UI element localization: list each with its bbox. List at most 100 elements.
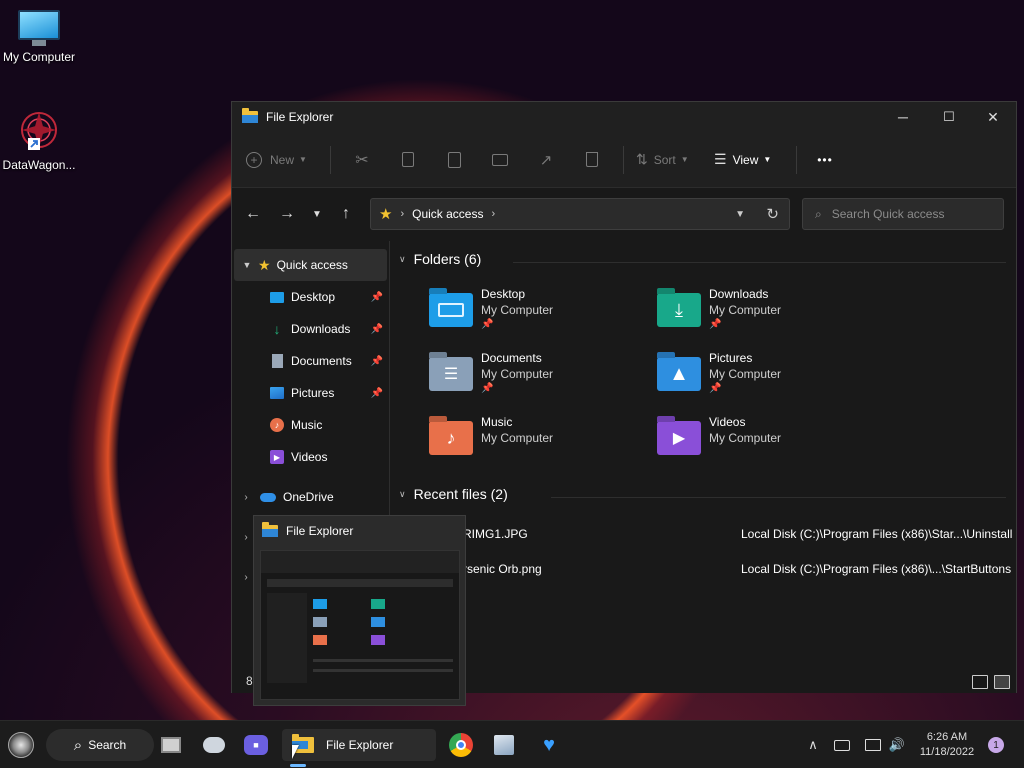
keyboard-button[interactable] [830, 729, 854, 761]
pin-icon: 📌 [370, 323, 383, 335]
folder-location: My Computer [709, 303, 782, 317]
folder-location: My Computer [481, 303, 554, 317]
folder-location: My Computer [709, 367, 782, 381]
document-icon [272, 354, 283, 368]
folder-tile-downloads[interactable]: ⤓ Downloads My Computer 📌 [657, 287, 877, 347]
show-hidden-icons-button[interactable]: ∧ [800, 729, 826, 761]
task-view-icon [161, 737, 181, 753]
address-dropdown-button[interactable]: ▼ [735, 209, 745, 220]
search-icon: ⌕ [73, 736, 83, 754]
desktop-icon-datawagon[interactable]: DataWagon... [0, 108, 78, 172]
chevron-up-icon: ∧ [808, 737, 818, 752]
health-app-button[interactable]: ♥ [534, 729, 564, 761]
task-view-button[interactable] [156, 729, 186, 761]
tiles-view-button[interactable] [994, 675, 1010, 689]
folder-tile-documents[interactable]: ☰ Documents My Computer 📌 [429, 351, 649, 411]
chevron-down-icon: ▼ [763, 155, 772, 164]
widgets-button[interactable] [200, 729, 228, 761]
pin-icon: 📌 [709, 383, 722, 394]
folder-tile-desktop[interactable]: Desktop My Computer 📌 [429, 287, 649, 347]
close-button[interactable]: ✕ [970, 102, 1016, 132]
more-options-button[interactable]: ••• [805, 144, 845, 176]
details-view-button[interactable] [972, 675, 988, 689]
folder-tile-music[interactable]: ♪ Music My Computer [429, 415, 649, 475]
chat-button[interactable]: ■ [242, 729, 270, 761]
download-icon: ⤓ [675, 299, 683, 320]
volume-button[interactable]: 🔊 [886, 729, 908, 761]
mouse-cursor-icon [292, 745, 299, 759]
section-divider [551, 497, 1006, 498]
video-chat-icon: ■ [244, 735, 268, 755]
cut-button[interactable]: ✂ [339, 144, 385, 176]
recent-file-row[interactable]: RIMG1.JPG Local Disk (C:)\Program Files … [391, 519, 1016, 549]
delete-button[interactable] [569, 144, 615, 176]
search-box[interactable]: ⌕ [802, 198, 1004, 230]
copy-icon [402, 152, 414, 167]
network-button[interactable] [862, 729, 884, 761]
rename-button[interactable] [477, 144, 523, 176]
start-orb-icon [8, 732, 34, 758]
new-button[interactable]: + New ▼ [246, 144, 322, 176]
chevron-right-icon: › [244, 491, 248, 503]
chevron-down-icon: ∨ [399, 253, 406, 264]
nav-item-quick-access[interactable]: ▼ ★ Quick access [234, 249, 387, 281]
recent-file-row[interactable]: rsenic Orb.png Local Disk (C:)\Program F… [391, 554, 1016, 584]
share-button[interactable]: ↗ [523, 144, 569, 176]
nav-item-downloads[interactable]: ↓ Downloads 📌 [232, 313, 389, 345]
back-button[interactable]: ← [236, 205, 270, 223]
start-button[interactable] [4, 729, 38, 761]
recent-section-header[interactable]: ∨ Recent files (2) [399, 486, 508, 502]
folder-tile-pictures[interactable]: ▲ Pictures My Computer 📌 [657, 351, 877, 411]
chrome-button[interactable] [446, 729, 476, 761]
file-path: Local Disk (C:)\Program Files (x86)\...\… [741, 562, 1012, 576]
cloud-icon [260, 492, 276, 502]
nav-item-videos[interactable]: ▶ Videos [232, 441, 389, 473]
nav-label: Documents [291, 354, 352, 368]
search-input[interactable] [831, 207, 982, 221]
nav-item-music[interactable]: ♪ Music [232, 409, 389, 441]
nav-label: Pictures [291, 386, 335, 400]
share-icon: ↗ [539, 151, 553, 169]
taskbar-file-explorer[interactable]: File Explorer [282, 729, 436, 767]
maximize-button[interactable]: ☐ [926, 102, 972, 132]
nav-label: Music [291, 418, 323, 432]
refresh-button[interactable]: ↻ [766, 205, 779, 223]
address-bar[interactable]: ★ › Quick access › ▼ ↻ [370, 198, 790, 230]
paste-button[interactable] [431, 144, 477, 176]
search-label: Search [88, 738, 127, 752]
desktop-icon-my-computer[interactable]: My Computer [0, 10, 78, 64]
search-icon: ⌕ [815, 206, 822, 221]
minimize-button[interactable]: ─ [880, 102, 926, 132]
taskbar-app-label: File Explorer [326, 738, 394, 752]
recent-locations-button[interactable]: ▼ [304, 209, 330, 220]
breadcrumb-quick-access[interactable]: Quick access [412, 207, 483, 221]
file-path: Local Disk (C:)\Program Files (x86)\Star… [741, 527, 1013, 541]
up-button[interactable]: ↑ [330, 205, 362, 223]
speaker-icon: 🔊 [888, 737, 906, 752]
folder-tile-videos[interactable]: ▶ Videos My Computer [657, 415, 877, 475]
clock-button[interactable]: 6:26 AM 11/18/2022 [914, 729, 980, 761]
forward-button[interactable]: → [270, 205, 304, 223]
pin-icon: 📌 [370, 291, 383, 303]
pin-icon: 📌 [481, 319, 494, 330]
nav-item-documents[interactable]: Documents 📌 [232, 345, 389, 377]
clock-date: 11/18/2022 [919, 746, 975, 758]
nav-item-pictures[interactable]: Pictures 📌 [232, 377, 389, 409]
copy-button[interactable] [385, 144, 431, 176]
app-button[interactable] [490, 729, 518, 761]
active-indicator [290, 764, 306, 767]
toolbar-divider [330, 145, 331, 174]
pin-icon: 📌 [370, 355, 383, 367]
new-label: New [270, 152, 295, 167]
title-bar[interactable]: File Explorer ─ ☐ ✕ [232, 102, 1016, 132]
command-bar: + New ▼ ✂ ↗ ⇅ Sort ▼ ☰ View ▼ ••• [232, 132, 1016, 188]
nav-item-onedrive[interactable]: › OneDrive [232, 481, 389, 513]
nav-item-desktop[interactable]: Desktop 📌 [232, 281, 389, 313]
view-button[interactable]: ☰ View ▼ [708, 144, 788, 176]
folders-section-header[interactable]: ∨ Folders (6) [399, 251, 481, 267]
sort-button[interactable]: ⇅ Sort ▼ [632, 144, 708, 176]
folder-name: Videos [709, 415, 746, 429]
taskbar-search-button[interactable]: ⌕ Search [46, 729, 154, 761]
notifications-button[interactable]: 1 [986, 729, 1006, 761]
taskbar-thumbnail-preview[interactable]: File Explorer [253, 515, 466, 706]
